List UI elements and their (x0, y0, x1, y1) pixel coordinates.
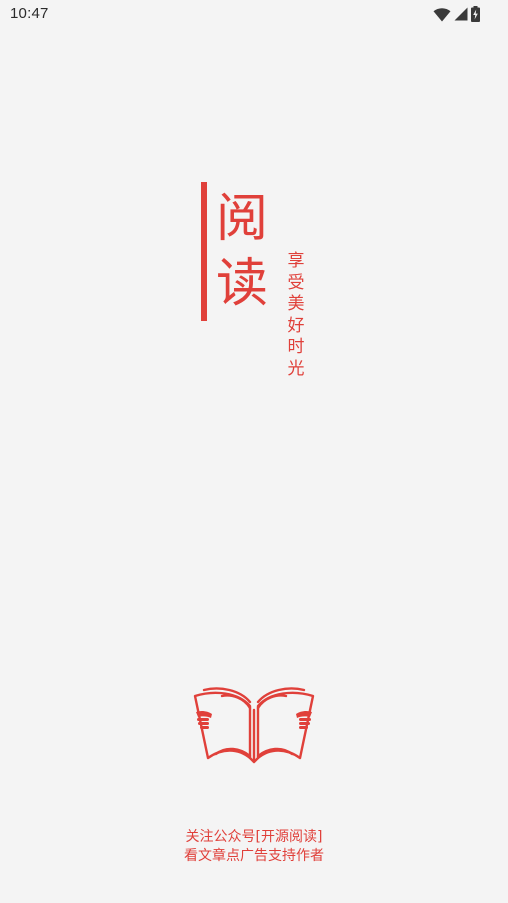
slogan-char: 享 (287, 251, 305, 271)
app-title-char-2: 读 (216, 254, 269, 314)
slogan-char: 美 (287, 294, 305, 315)
footer-line-support: 看文章点广告支持作者 (184, 848, 324, 864)
slogan-char: 光 (287, 358, 305, 379)
app-title-char-1: 阅 (216, 189, 269, 249)
open-book-reader-icon (193, 687, 315, 764)
status-bar: 10:47 (0, 0, 508, 28)
slogan-char: 好 (287, 315, 305, 336)
slogan-char: 时 (287, 337, 305, 358)
footer-promo: 关注公众号[开源阅读] 看文章点广告支持作者 (0, 828, 508, 866)
slogan-vertical: 享 受 美 好 时 光 (286, 251, 306, 381)
status-time: 10:47 (10, 5, 49, 22)
title-accent-bar (201, 182, 207, 321)
signal-icon (454, 7, 468, 21)
slogan-char: 受 (287, 272, 305, 293)
battery-charging-icon (471, 6, 480, 22)
wifi-icon (433, 7, 451, 21)
status-icons (433, 5, 480, 23)
footer-line-follow: 关注公众号[开源阅读] (185, 829, 323, 845)
